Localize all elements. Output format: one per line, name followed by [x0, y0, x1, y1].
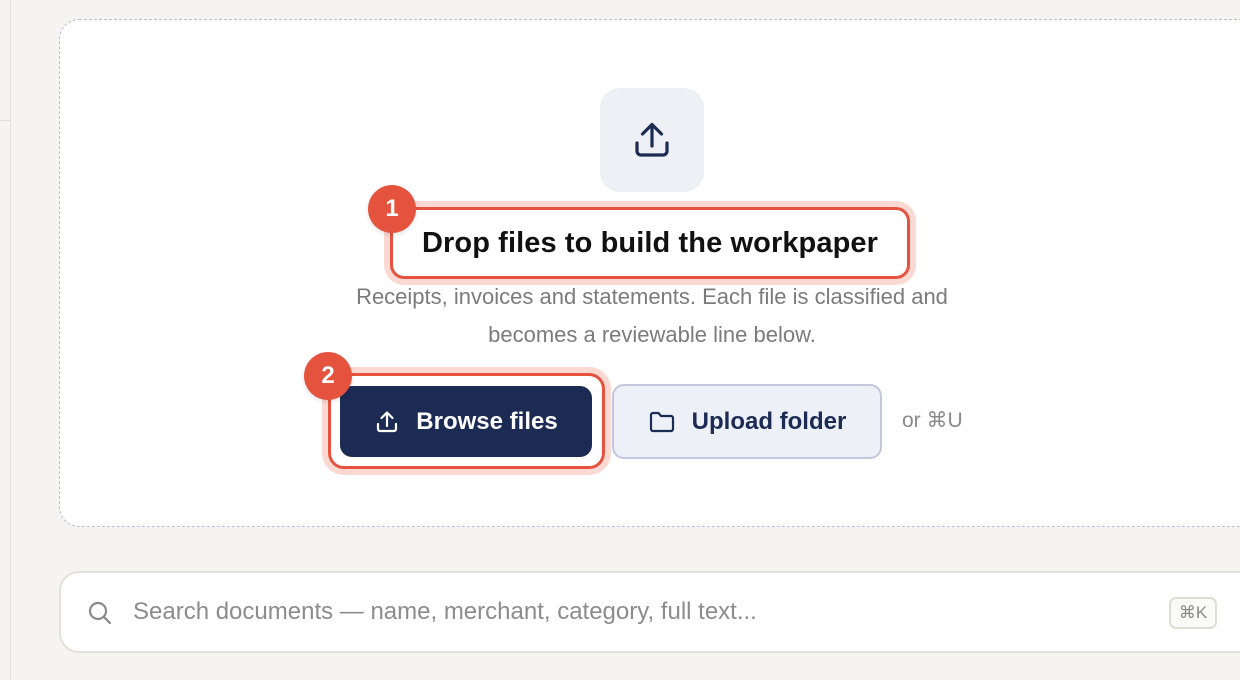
search-input[interactable] — [133, 573, 1133, 651]
upload-icon-tile — [600, 88, 704, 192]
upload-icon — [635, 122, 669, 157]
annotation-badge-2: 2 — [304, 352, 352, 400]
search-icon — [88, 601, 112, 625]
upload-folder-label: Upload folder — [691, 407, 847, 435]
folder-icon — [649, 411, 674, 432]
annotation-badge-1: 1 — [368, 185, 416, 233]
dropzone-subtitle-line-1: Receipts, invoices and statements. Each … — [356, 284, 948, 309]
upload-folder-button[interactable]: Upload folder — [612, 384, 882, 459]
dropzone-title-highlight: Drop files to build the workpaper — [390, 207, 910, 279]
search-shortcut-badge: ⌘K — [1169, 597, 1217, 629]
upload-icon — [377, 410, 398, 432]
upload-shortcut-hint: or ⌘U — [902, 409, 963, 432]
browse-files-label: Browse files — [416, 407, 558, 435]
dropzone-title: Drop files to build the workpaper — [421, 226, 879, 259]
dropzone-subtitle-line-2: becomes a reviewable line below. — [488, 322, 816, 347]
browse-files-button[interactable]: Browse files — [340, 386, 592, 457]
left-rail — [0, 0, 11, 680]
search-bar[interactable]: ⌘K — [59, 571, 1240, 653]
dropzone-subtitle: Receipts, invoices and statements. Each … — [300, 278, 1004, 354]
rail-divider — [0, 120, 10, 121]
